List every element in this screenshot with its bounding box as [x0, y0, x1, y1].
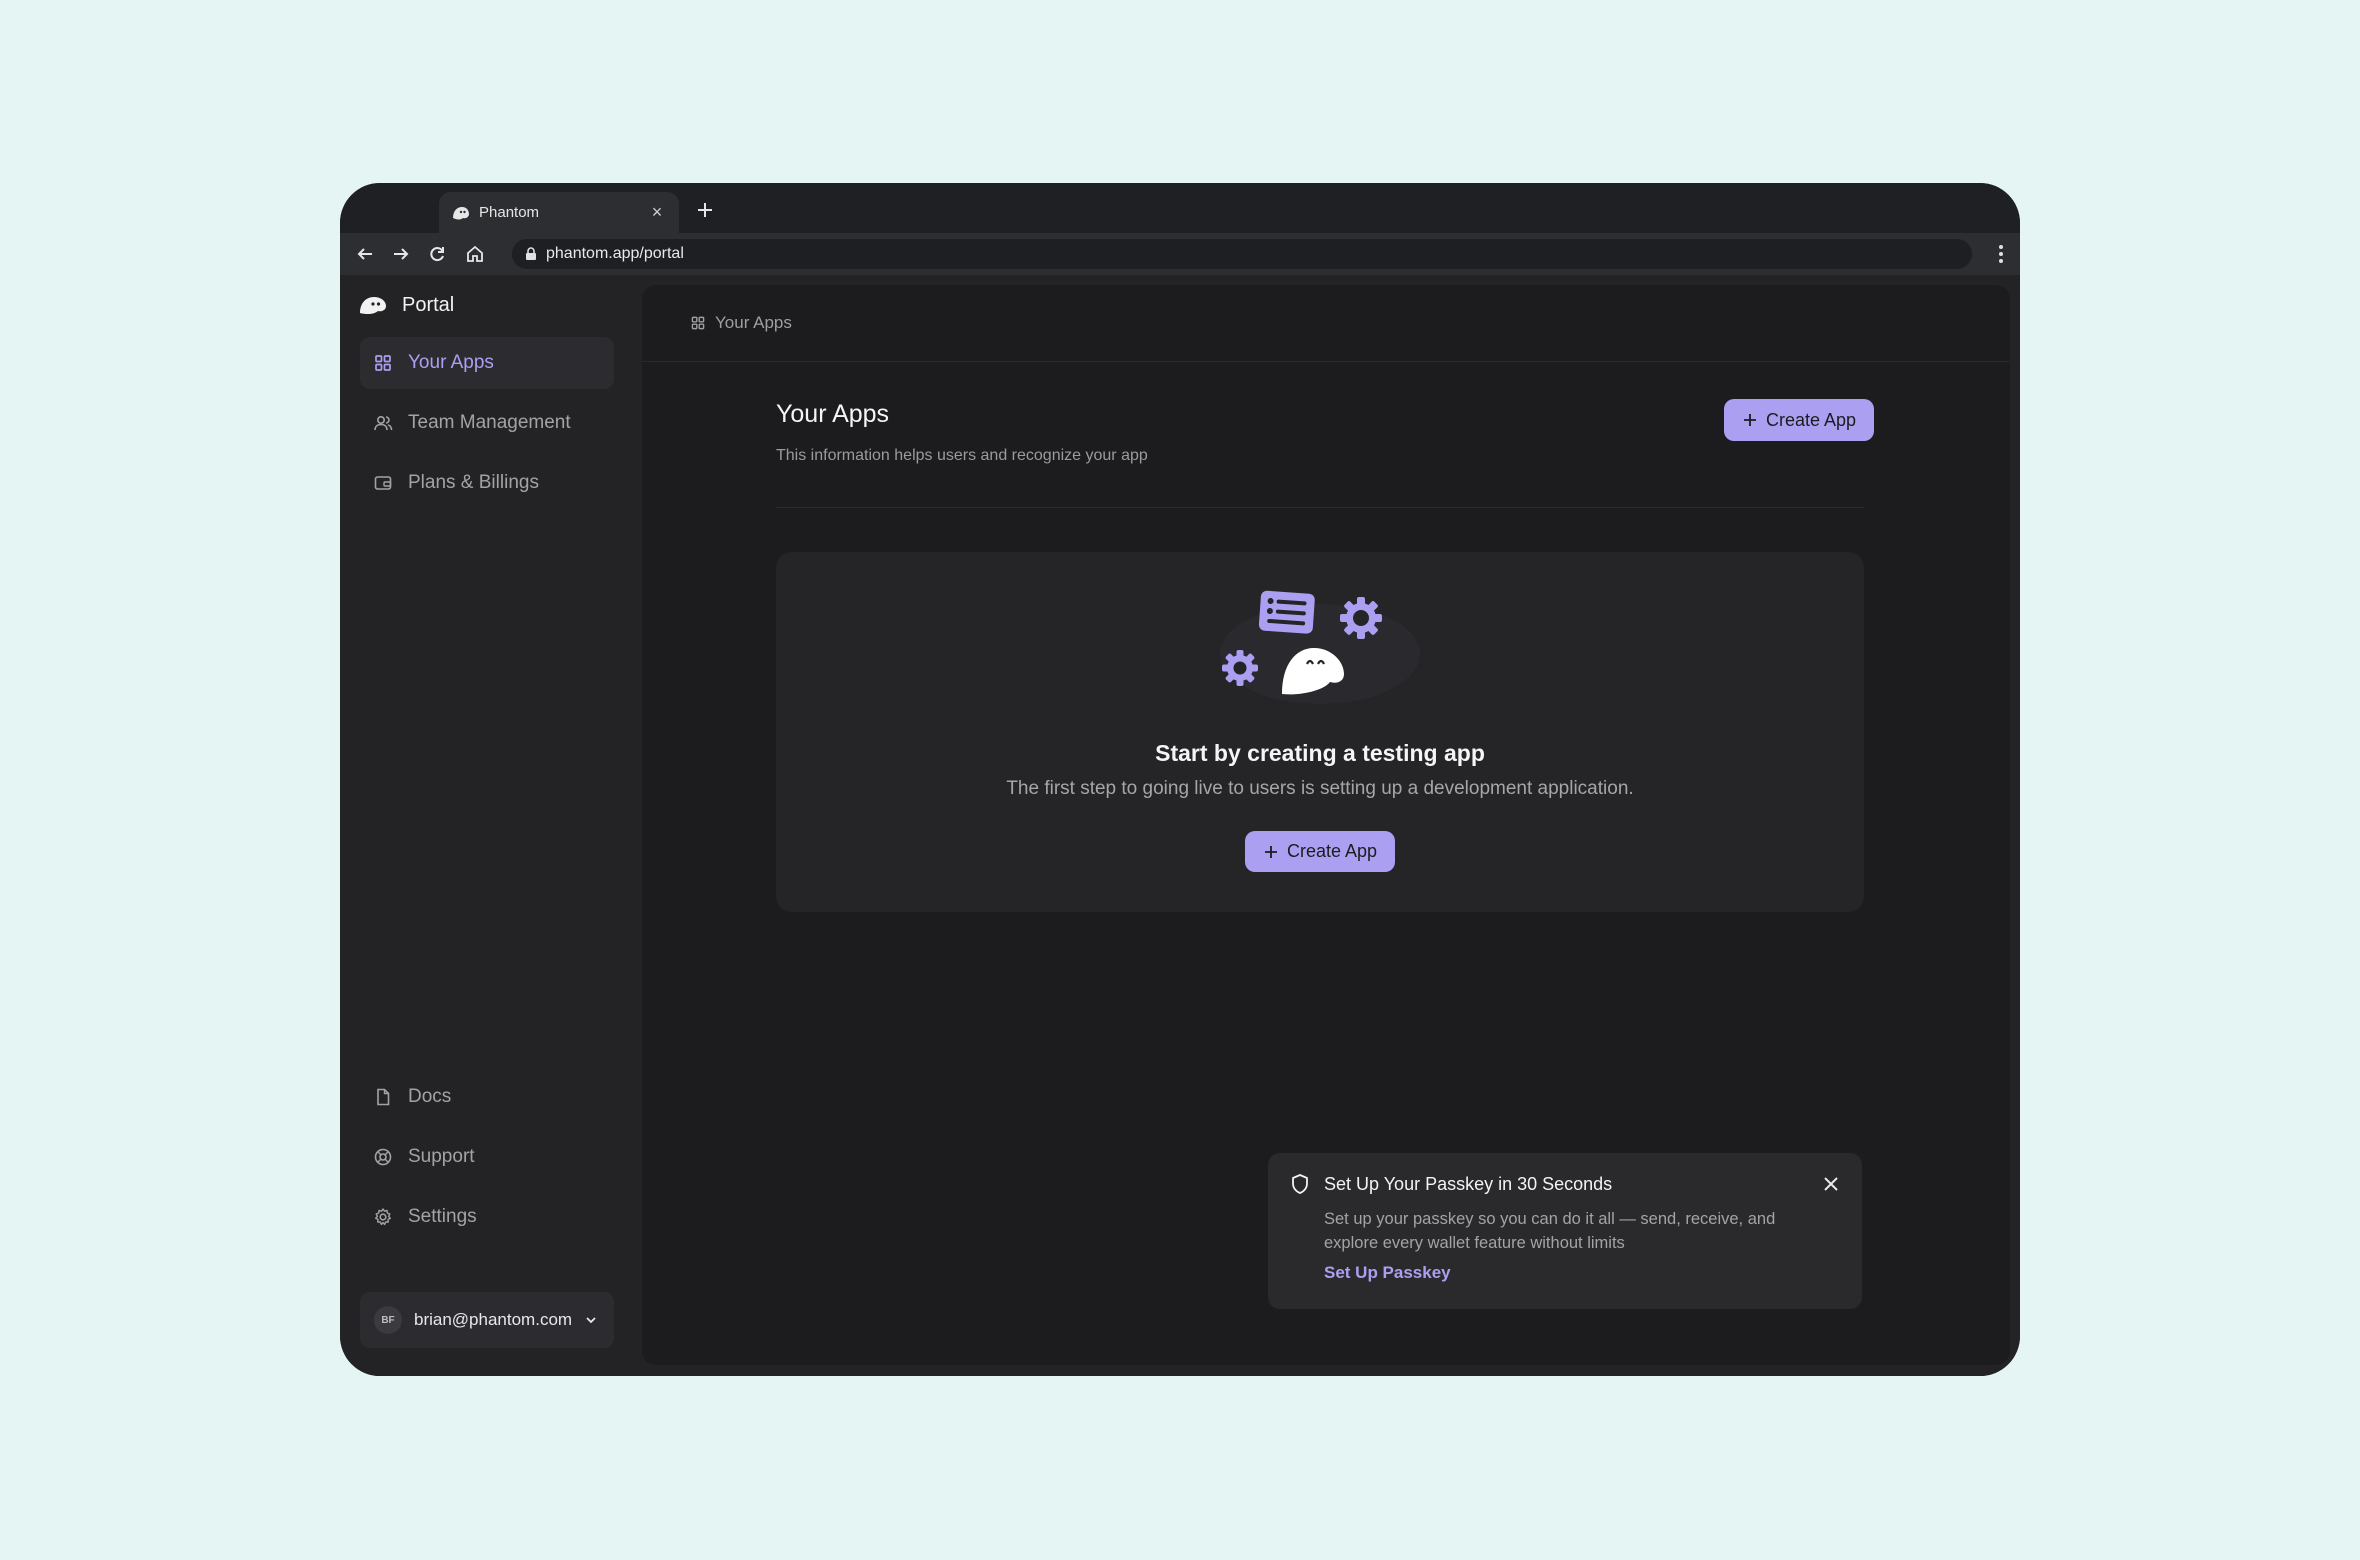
sidebar-item-docs[interactable]: Docs	[360, 1071, 614, 1123]
phantom-favicon-icon	[451, 203, 471, 223]
wallet-icon	[372, 472, 394, 494]
file-icon	[372, 1086, 394, 1108]
phantom-logo-icon	[358, 293, 388, 317]
close-icon[interactable]	[1820, 1173, 1842, 1195]
empty-state-illustration-icon	[1220, 590, 1420, 704]
sidebar-item-your-apps[interactable]: Your Apps	[360, 337, 614, 389]
account-switcher[interactable]: BF brian@phantom.com	[360, 1292, 614, 1348]
passkey-toast: Set Up Your Passkey in 30 Seconds Set up…	[1268, 1153, 1862, 1309]
new-tab-icon[interactable]	[690, 195, 720, 225]
tab-title: Phantom	[479, 204, 540, 221]
sidebar-item-support[interactable]: Support	[360, 1131, 614, 1183]
avatar: BF	[374, 1306, 402, 1334]
sidebar-item-team-management[interactable]: Team Management	[360, 397, 614, 449]
create-app-empty-button[interactable]: Create App	[1245, 831, 1395, 872]
empty-state-card: Start by creating a testing app The firs…	[776, 552, 1864, 912]
page-subtitle: This information helps users and recogni…	[776, 447, 1148, 464]
gear-icon	[372, 1206, 394, 1228]
breadcrumb: Your Apps	[642, 285, 2010, 362]
page-title: Your Apps	[776, 400, 890, 428]
app-shell: Portal Your Apps Team Management Plans &…	[340, 275, 2020, 1376]
url-text: phantom.app/portal	[546, 245, 684, 262]
chevron-down-icon	[582, 1311, 600, 1329]
browser-window: Phantom × phantom.app/portal Portal Your…	[340, 183, 2020, 1376]
empty-state-description: The first step to going live to users is…	[1006, 778, 1634, 799]
users-icon	[372, 412, 394, 434]
browser-tab[interactable]: Phantom ×	[439, 192, 679, 233]
breadcrumb-item[interactable]: Your Apps	[715, 313, 792, 333]
home-icon[interactable]	[464, 243, 486, 265]
account-email: brian@phantom.com	[414, 1310, 573, 1329]
shield-icon	[1290, 1173, 1310, 1195]
kebab-menu-icon[interactable]	[1996, 243, 2006, 265]
divider	[776, 507, 1864, 508]
plus-icon	[1742, 412, 1758, 428]
tab-strip: Phantom ×	[340, 183, 2020, 233]
grid-icon	[690, 315, 706, 331]
sidebar-item-settings[interactable]: Settings	[360, 1191, 614, 1243]
brand[interactable]: Portal	[358, 291, 454, 319]
main-panel: Your Apps Your Apps This information hel…	[642, 285, 2010, 1365]
sidebar-item-label: Team Management	[408, 412, 571, 433]
reload-icon[interactable]	[426, 243, 448, 265]
plus-icon	[1263, 844, 1279, 860]
toast-title: Set Up Your Passkey in 30 Seconds	[1324, 1174, 1613, 1194]
back-arrow-icon[interactable]	[354, 243, 376, 265]
forward-arrow-icon[interactable]	[390, 243, 412, 265]
sidebar-item-label: Your Apps	[408, 352, 494, 373]
brand-name: Portal	[402, 293, 455, 316]
create-app-label: Create App	[1765, 409, 1857, 430]
lifebuoy-icon	[372, 1146, 394, 1168]
lock-icon	[524, 247, 538, 261]
tab-close-icon[interactable]: ×	[647, 202, 667, 223]
sidebar-item-label: Docs	[408, 1086, 452, 1107]
empty-state-title: Start by creating a testing app	[1155, 740, 1485, 766]
sidebar-item-plans-billings[interactable]: Plans & Billings	[360, 457, 614, 509]
browser-toolbar: phantom.app/portal	[340, 233, 2020, 275]
sidebar-item-label: Plans & Billings	[408, 472, 539, 493]
grid-icon	[372, 352, 394, 374]
sidebar: Portal Your Apps Team Management Plans &…	[340, 275, 640, 1376]
create-app-button[interactable]: Create App	[1724, 399, 1874, 441]
toast-body: Set up your passkey so you can do it all…	[1324, 1210, 1776, 1252]
setup-passkey-link[interactable]: Set Up Passkey	[1324, 1263, 1451, 1283]
sidebar-item-label: Settings	[408, 1206, 477, 1227]
address-bar[interactable]: phantom.app/portal	[512, 239, 1972, 269]
sidebar-item-label: Support	[408, 1146, 475, 1167]
create-app-label: Create App	[1286, 841, 1378, 861]
